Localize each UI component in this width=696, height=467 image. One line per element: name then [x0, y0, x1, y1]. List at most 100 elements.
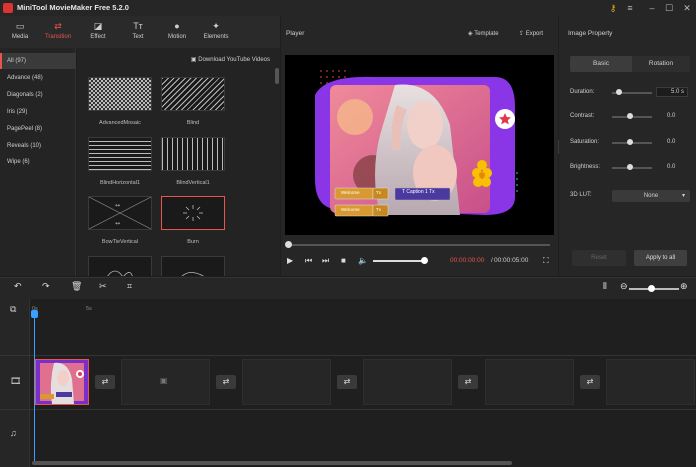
transition-slot-1[interactable]: ⇄	[95, 375, 115, 389]
time-ruler[interactable]	[30, 303, 696, 317]
previous-frame-icon[interactable]: ⏮	[305, 256, 312, 266]
crop-icon[interactable]: ⌗	[127, 281, 132, 292]
tool-elements[interactable]: ✦ Elements	[196, 16, 236, 48]
stop-icon[interactable]: ■	[341, 256, 346, 265]
tool-label: Text	[132, 34, 144, 40]
tool-media[interactable]: ▭ Media	[0, 16, 40, 48]
download-youtube-link[interactable]: ▣ Download YouTube Videos	[191, 56, 270, 63]
undo-icon[interactable]: ↶	[14, 281, 22, 292]
transition-thumb-advancedmosaic[interactable]	[88, 77, 152, 111]
timeline-scrollbar[interactable]	[32, 461, 512, 465]
zoom-knob[interactable]	[648, 285, 655, 292]
category-pagepeel[interactable]: PagePeel (8)	[0, 121, 76, 137]
chip-badge: Tx	[429, 189, 435, 195]
add-track-icon[interactable]: ⧉	[10, 304, 16, 315]
split-icon[interactable]: ✂	[99, 281, 107, 292]
category-iris[interactable]: Iris (29)	[0, 104, 76, 120]
media-slot-5[interactable]	[606, 359, 695, 405]
volume-slider[interactable]	[373, 260, 425, 262]
delete-icon[interactable]: 🗑	[71, 281, 82, 292]
category-all[interactable]: All (97)	[0, 53, 76, 69]
transition-thumb-more-1[interactable]	[88, 256, 152, 276]
brightness-knob[interactable]	[627, 164, 633, 170]
video-clip[interactable]	[35, 359, 89, 405]
transition-label: BowTieVertical	[101, 239, 139, 245]
key-icon[interactable]: ⚷	[607, 2, 619, 14]
category-wipe[interactable]: Wipe (6)	[0, 154, 76, 170]
apply-to-all-button[interactable]: Apply to all	[634, 250, 687, 266]
zoom-in-icon[interactable]: ⊕	[680, 281, 688, 292]
volume-icon[interactable]: 🔈	[358, 256, 368, 265]
template-label: Template	[474, 31, 499, 37]
saturation-value: 0.0	[667, 139, 676, 145]
play-icon[interactable]: ▶	[287, 256, 293, 265]
time-separator: /	[491, 257, 493, 264]
welcome-chip[interactable]: Welcome	[341, 207, 360, 212]
transition-thumb-blind[interactable]	[161, 77, 225, 111]
transition-thumb-blindhorizontal1[interactable]	[88, 137, 152, 171]
contrast-knob[interactable]	[627, 113, 633, 119]
chip-badge: Tx	[376, 190, 381, 195]
export-button[interactable]: ⇪ Export	[519, 30, 543, 37]
category-diagonals[interactable]: Diagonals (2)	[0, 87, 76, 103]
export-label: Export	[525, 31, 544, 37]
tool-text[interactable]: Tт Text	[118, 16, 158, 48]
media-slot-2[interactable]	[242, 359, 331, 405]
seek-bar[interactable]	[288, 244, 550, 246]
tool-transition[interactable]: ⇄ Transition	[38, 16, 78, 48]
transition-slot-4[interactable]: ⇄	[458, 375, 478, 389]
category-panel: All (97) Advance (48) Diagonals (2) Iris…	[0, 48, 76, 276]
duration-input[interactable]: 5.0 s	[656, 87, 688, 97]
caption-chip-label: Caption 1	[406, 189, 428, 195]
transition-slot-3[interactable]: ⇄	[337, 375, 357, 389]
close-icon[interactable]: ✕	[681, 2, 693, 14]
caption-chip[interactable]: T Caption 1 Tx	[402, 189, 435, 195]
welcome-chip[interactable]: Welcome	[341, 190, 360, 195]
reset-button[interactable]: Reset	[572, 250, 626, 266]
tab-rotation[interactable]: Rotation	[632, 56, 690, 72]
template-button[interactable]: ◈ Template	[468, 30, 499, 37]
maximize-icon[interactable]: ☐	[663, 2, 675, 14]
transition-thumb-burn[interactable]	[161, 196, 225, 230]
seek-knob[interactable]	[285, 241, 292, 248]
playhead[interactable]	[34, 312, 35, 462]
fullscreen-icon[interactable]: ⛶	[543, 256, 549, 266]
media-slot-4[interactable]	[485, 359, 574, 405]
transition-slot-2[interactable]: ⇄	[216, 375, 236, 389]
tool-label: Media	[11, 34, 29, 40]
transition-icon: ⇄	[54, 21, 62, 31]
minimize-icon[interactable]: –	[646, 2, 658, 14]
transition-thumb-blindvertical1[interactable]	[161, 137, 225, 171]
media-slot-3[interactable]	[363, 359, 452, 405]
tool-effect[interactable]: ◪ Effect	[78, 16, 118, 48]
svg-text:↔: ↔	[115, 220, 120, 227]
tool-motion[interactable]: ● Motion	[157, 16, 197, 48]
transition-label: BlindHorizontal1	[99, 180, 141, 186]
tool-label: Transition	[44, 34, 72, 40]
total-time: 00:00:05:00	[494, 257, 529, 264]
transition-thumb-more-2[interactable]	[161, 256, 225, 276]
category-advance[interactable]: Advance (48)	[0, 70, 76, 86]
video-preview[interactable]: T Caption 1 Tx Welcome Tx Welcome Tx	[285, 55, 554, 235]
tab-basic[interactable]: Basic	[570, 56, 632, 72]
text-icon: Tт	[133, 21, 143, 31]
fit-timeline-icon[interactable]: ⫴	[603, 281, 607, 292]
export-icon: ⇪	[519, 31, 526, 37]
lut-select[interactable]: None ▾	[612, 190, 690, 202]
transition-slot-5[interactable]: ⇄	[580, 375, 600, 389]
lut-label: 3D LUT:	[570, 192, 592, 198]
transition-thumb-bowtievertical[interactable]: ↔ ↔	[88, 196, 152, 230]
redo-icon[interactable]: ↷	[42, 281, 50, 292]
saturation-knob[interactable]	[627, 139, 633, 145]
duration-knob[interactable]	[616, 89, 622, 95]
category-reveals[interactable]: Reveals (10)	[0, 138, 76, 154]
folder-icon: ▭	[15, 21, 25, 31]
next-frame-icon[interactable]: ⏭	[322, 256, 329, 266]
zoom-out-icon[interactable]: ⊖	[620, 281, 628, 292]
volume-knob[interactable]	[421, 257, 428, 264]
playhead-handle[interactable]	[31, 310, 38, 318]
grid-scrollbar[interactable]	[275, 68, 279, 84]
svg-text:↔: ↔	[115, 202, 120, 209]
menu-icon[interactable]: ≡	[624, 2, 636, 14]
ruler-tick-5: 5s	[86, 306, 92, 312]
